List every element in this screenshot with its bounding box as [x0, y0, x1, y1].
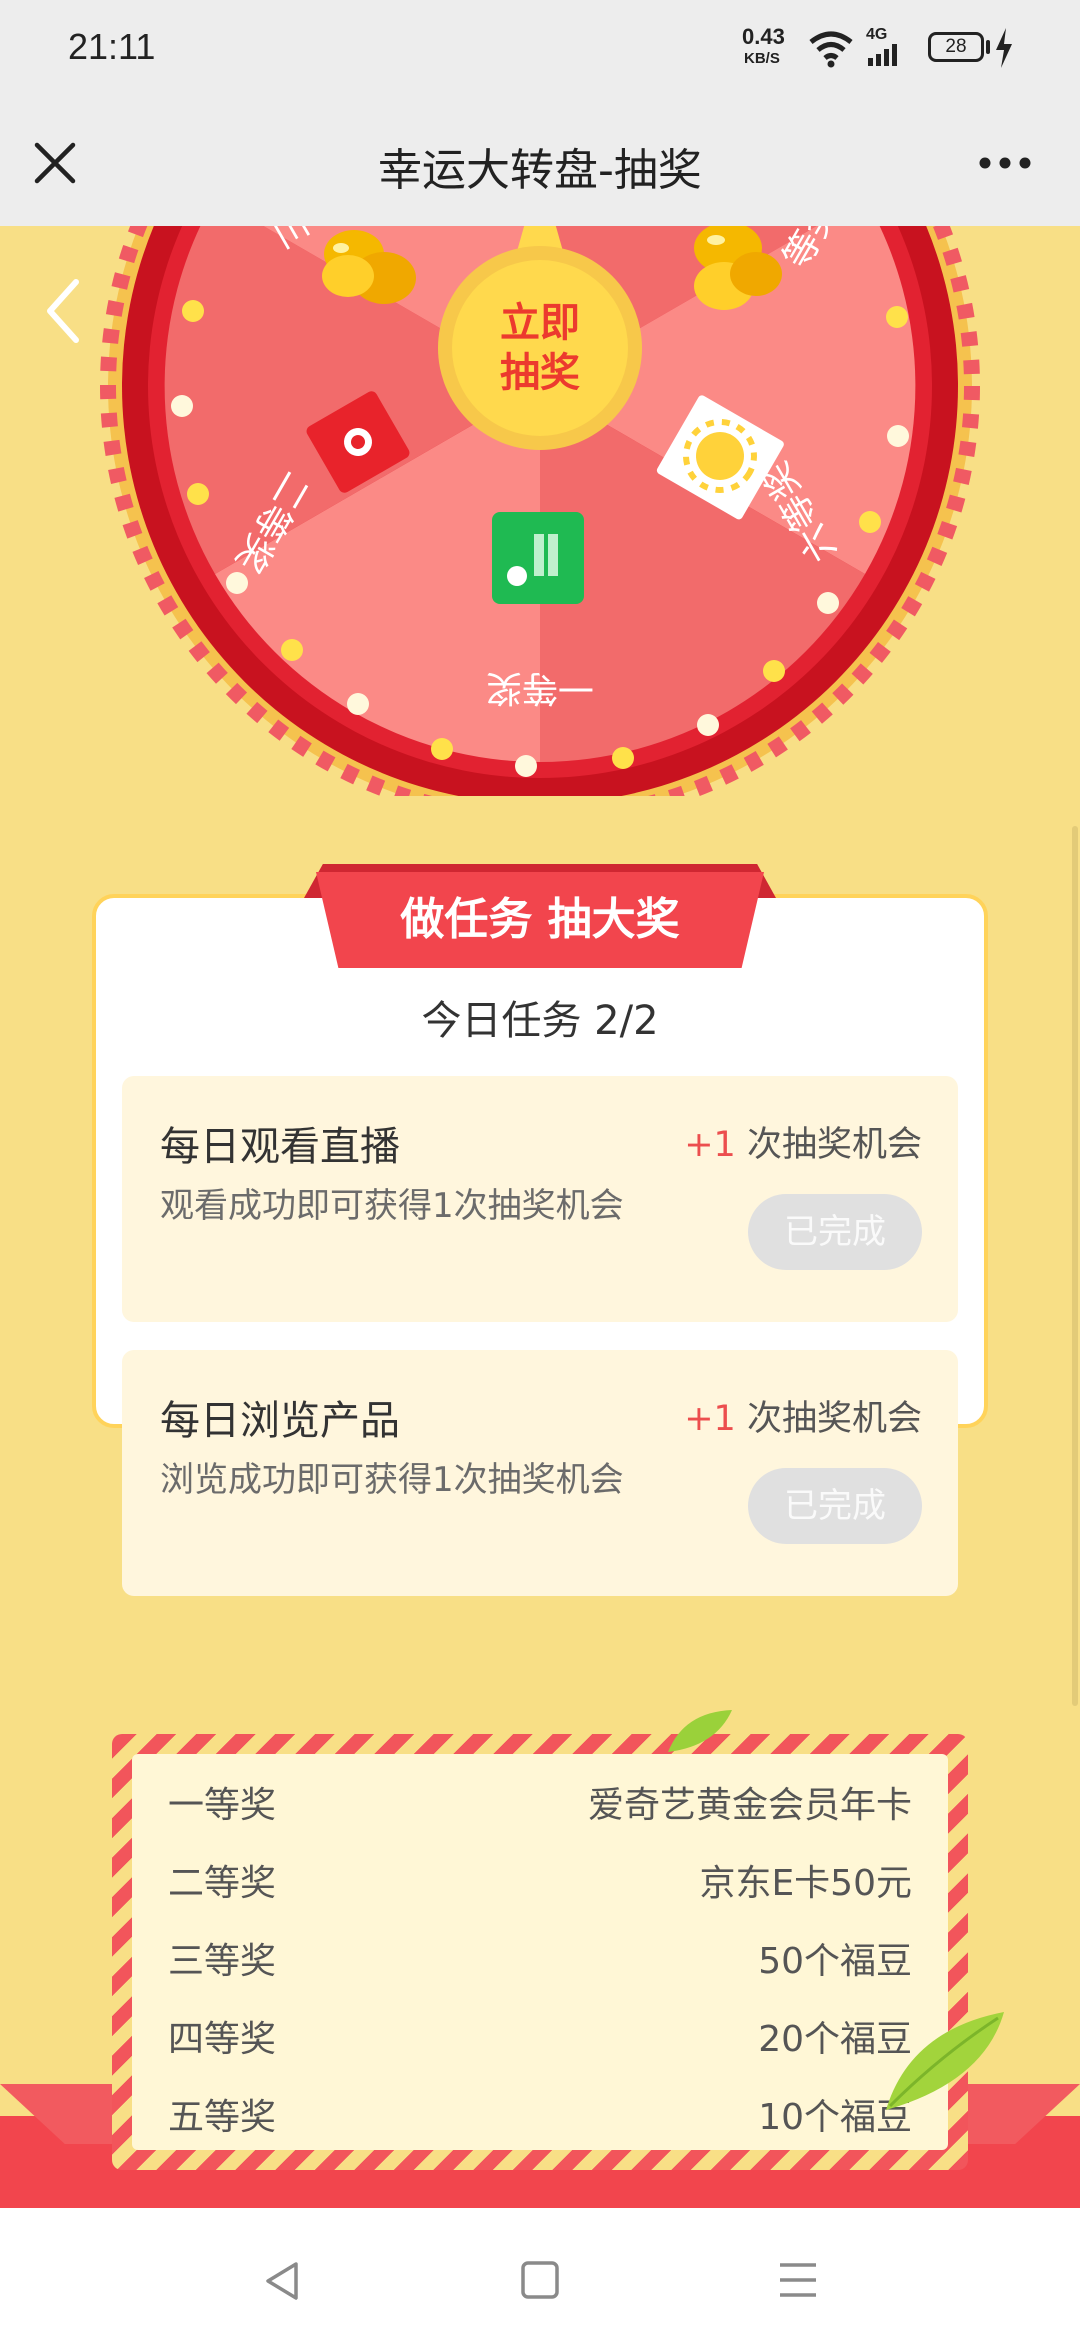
- battery-level: 28: [945, 36, 967, 57]
- battery-tip: [986, 40, 990, 54]
- task-card-live: 每日观看直播 观看成功即可获得1次抽奖机会 +1 次抽奖机会 已完成: [122, 1076, 958, 1322]
- task-banner-text: 做任务 抽大奖: [400, 894, 680, 945]
- task-done-button[interactable]: 已完成: [748, 1468, 922, 1544]
- net-speed: 0.43: [742, 24, 785, 49]
- draw-now-label-line2: 抽奖: [500, 350, 580, 396]
- prize-level: 一等奖: [168, 1785, 277, 1826]
- net-speed-unit: KB/S: [744, 50, 780, 67]
- task-done-button[interactable]: 已完成: [748, 1194, 922, 1270]
- prize-name: 50个福豆: [758, 1941, 912, 1982]
- battery-icon: 28: [928, 32, 984, 62]
- task-summary: 今日任务 2/2: [421, 998, 659, 1044]
- reward-text: 次抽奖机会: [746, 1399, 922, 1439]
- prize-row: 五等奖 10个福豆: [132, 2074, 948, 2152]
- network-type: 4G: [866, 26, 888, 43]
- home-nav-icon[interactable]: [520, 2260, 560, 2300]
- prize-row: 三等奖 50个福豆: [132, 1918, 948, 1996]
- draw-now-label-line1: 立即: [500, 300, 580, 346]
- task-reward: +1 次抽奖机会: [684, 1116, 922, 1167]
- prize-level: 五等奖: [168, 2097, 277, 2138]
- task-reward: +1 次抽奖机会: [684, 1390, 922, 1441]
- reward-text: 次抽奖机会: [746, 1125, 922, 1165]
- more-icon[interactable]: [978, 156, 1032, 170]
- signal-icon: [868, 44, 897, 66]
- leaf-icon: [668, 1710, 732, 1752]
- prize-level: 三等奖: [168, 1941, 277, 1982]
- task-desc: 浏览成功即可获得1次抽奖机会: [160, 1460, 624, 1500]
- prize-list: 一等奖 爱奇艺黄金会员年卡 二等奖 京东E卡50元 三等奖 50个福豆 四等奖 20个福…: [132, 1754, 948, 2150]
- prize-name: 京东E卡50元: [699, 1863, 912, 1904]
- prize-row: 四等奖 20个福豆: [132, 1996, 948, 2074]
- charging-icon: [996, 28, 1012, 68]
- prize-wheel: 一等奖 二等奖 三 等奖 六等奖 立即 抽奖: [100, 226, 980, 796]
- nav-bar: 幸运大转盘-抽奖: [0, 100, 1080, 226]
- segment-label-first: 一等奖: [486, 667, 594, 708]
- prize-row: 二等奖 京东E卡50元: [132, 1840, 948, 1918]
- status-time: 21:11: [68, 26, 156, 67]
- status-bar: 21:11 0.43 KB/S 4G 28: [0, 0, 1080, 100]
- reward-plus: +1: [684, 1125, 736, 1165]
- prize-row: 一等奖 爱奇艺黄金会员年卡: [132, 1762, 948, 1840]
- task-desc: 观看成功即可获得1次抽奖机会: [160, 1186, 624, 1226]
- menu-nav-icon[interactable]: [778, 2262, 818, 2298]
- reward-plus: +1: [684, 1399, 736, 1439]
- task-card-browse: 每日浏览产品 浏览成功即可获得1次抽奖机会 +1 次抽奖机会 已完成: [122, 1350, 958, 1596]
- prize-name: 爱奇艺黄金会员年卡: [587, 1785, 912, 1826]
- iqiyi-card-icon: [492, 512, 584, 604]
- lottery-page: 一等奖 二等奖 三 等奖 六等奖 立即 抽奖 做任务 抽大奖 今日任务 2/2 …: [0, 226, 1080, 2216]
- back-nav-icon[interactable]: [262, 2260, 302, 2302]
- back-arrow-icon[interactable]: [42, 276, 82, 346]
- prize-level: 二等奖: [168, 1863, 277, 1904]
- prize-level: 四等奖: [168, 2019, 277, 2060]
- task-title: 每日浏览产品: [160, 1398, 400, 1444]
- system-nav-bar: [0, 2208, 1080, 2340]
- leaf-icon-large: [886, 2012, 1004, 2110]
- task-banner: 做任务 抽大奖: [316, 872, 764, 968]
- task-title: 每日观看直播: [160, 1124, 400, 1170]
- page-title: 幸运大转盘-抽奖: [378, 145, 702, 196]
- scrollbar[interactable]: [1072, 826, 1078, 1706]
- wifi-icon: [809, 31, 853, 68]
